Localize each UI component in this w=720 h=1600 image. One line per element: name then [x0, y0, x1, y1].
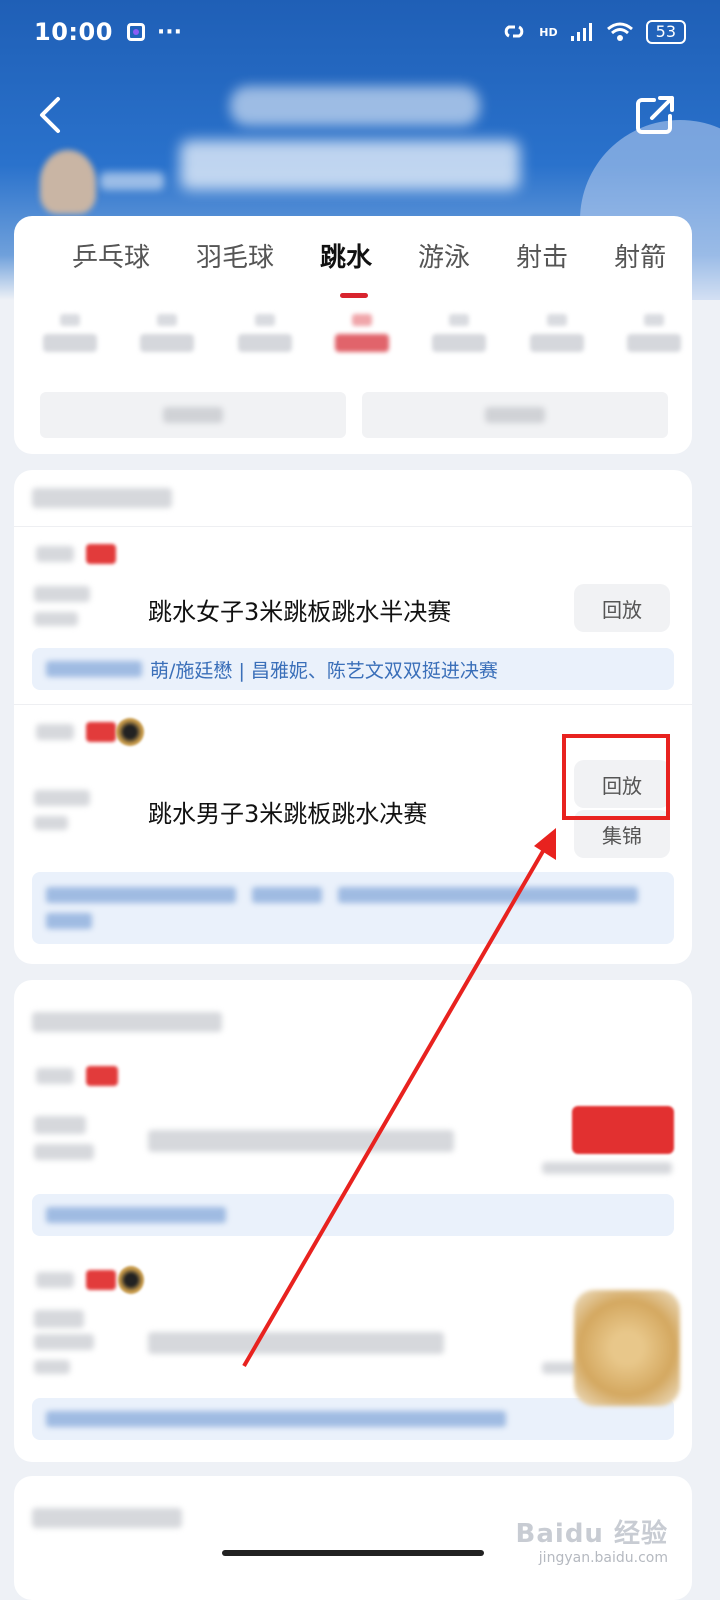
flag-icon [86, 1066, 118, 1086]
share-button[interactable] [632, 92, 678, 138]
news-banner[interactable] [32, 1398, 674, 1440]
status-indicators: HD 53 [501, 20, 686, 44]
link-icon [505, 25, 524, 38]
signal-icon [570, 23, 592, 41]
flag-icon [86, 544, 116, 564]
event-tag-blurred [36, 724, 74, 740]
sports-filter-card: 乒乓球 羽毛球 跳水 游泳 射击 射箭 [14, 216, 692, 454]
date-item[interactable] [431, 314, 487, 374]
annotation-highlight-box [562, 734, 670, 820]
schedule-card: 跳水女子3米跳板跳水半决赛 回放 萌/施廷懋 | 昌雅妮、陈艺文双双挺进决赛 跳… [14, 470, 692, 964]
event-status-blurred [34, 1360, 70, 1374]
back-button[interactable] [30, 90, 70, 140]
share-icon [636, 96, 674, 134]
event-title-blurred [148, 1332, 444, 1354]
date-item[interactable] [237, 314, 293, 374]
event-tag-blurred [36, 1068, 74, 1084]
watermark-main: Baidu 经验 [515, 1519, 668, 1549]
date-heading-blurred [32, 488, 172, 508]
network-type: HD [539, 25, 558, 39]
watermark-sub: jingyan.baidu.com [538, 1550, 668, 1566]
live-caption-blurred [542, 1162, 672, 1174]
page-title-blurred [180, 140, 520, 190]
tab-table-tennis[interactable]: 乒乓球 [72, 236, 150, 284]
back-arrow-icon [40, 97, 60, 133]
medal-icon [116, 718, 144, 746]
brand-logo-blurred [230, 86, 480, 126]
event-tag-blurred [36, 1272, 74, 1288]
event-time-blurred [34, 586, 90, 602]
event-time-blurred [34, 790, 90, 806]
event-status-blurred [34, 816, 68, 830]
event-time-blurred [34, 1116, 86, 1134]
date-item[interactable] [42, 314, 98, 374]
divider [14, 704, 692, 705]
event-status-blurred [34, 1144, 94, 1160]
status-bar: 10:00 ··· HD 53 [0, 0, 720, 64]
wifi-icon [606, 22, 633, 41]
tab-swimming[interactable]: 游泳 [418, 236, 470, 284]
event-tag-blurred [36, 546, 74, 562]
home-indicator[interactable] [222, 1550, 484, 1556]
date-item[interactable] [529, 314, 585, 374]
date-item-selected[interactable] [334, 314, 390, 374]
tab-archery[interactable]: 射箭 [614, 236, 666, 284]
event-title[interactable]: 跳水男子3米跳板跳水决赛 [148, 794, 427, 829]
event-time-blurred [34, 1334, 94, 1350]
event-title-blurred [148, 1130, 454, 1152]
news-banner[interactable]: 萌/施廷懋 | 昌雅妮、陈艺文双双挺进决赛 [32, 648, 674, 690]
flag-icon [86, 1270, 116, 1290]
more-notifications-icon: ··· [156, 19, 182, 45]
status-time: 10:00 [34, 18, 113, 46]
medal-icon [118, 1266, 144, 1294]
tab-diving[interactable]: 跳水 [320, 236, 372, 284]
filter-button-right[interactable] [362, 392, 668, 438]
sports-tabs: 乒乓球 羽毛球 跳水 游泳 射击 射箭 [14, 236, 692, 284]
date-item[interactable] [139, 314, 195, 374]
avatar-name-blurred [100, 172, 164, 190]
event-status-blurred [34, 612, 78, 626]
news-banner[interactable] [32, 872, 674, 944]
app-notification-icon [126, 23, 145, 41]
event-title[interactable]: 跳水女子3米跳板跳水半决赛 [148, 592, 451, 627]
news-text: 萌/施廷懋 | 昌雅妮、陈艺文双双挺进决赛 [150, 659, 498, 682]
news-banner[interactable] [32, 1194, 674, 1236]
live-button-blurred[interactable] [572, 1106, 674, 1154]
flag-icon [86, 722, 116, 742]
filter-buttons [40, 392, 668, 438]
watermark: Baidu 经验 jingyan.baidu.com [516, 1513, 668, 1566]
date-heading-blurred [32, 1508, 182, 1528]
tab-badminton[interactable]: 羽毛球 [196, 236, 274, 284]
date-item[interactable] [626, 314, 682, 374]
date-selector [42, 314, 692, 374]
battery-indicator: 53 [645, 20, 686, 44]
replay-button[interactable]: 回放 [574, 584, 670, 632]
active-tab-indicator [340, 293, 368, 298]
promo-badge-blurred[interactable] [574, 1290, 680, 1406]
avatar [40, 150, 96, 214]
divider [14, 526, 692, 527]
tab-shooting[interactable]: 射击 [516, 236, 568, 284]
event-time-blurred [34, 1310, 84, 1328]
filter-button-left[interactable] [40, 392, 346, 438]
date-heading-blurred [32, 1012, 222, 1032]
